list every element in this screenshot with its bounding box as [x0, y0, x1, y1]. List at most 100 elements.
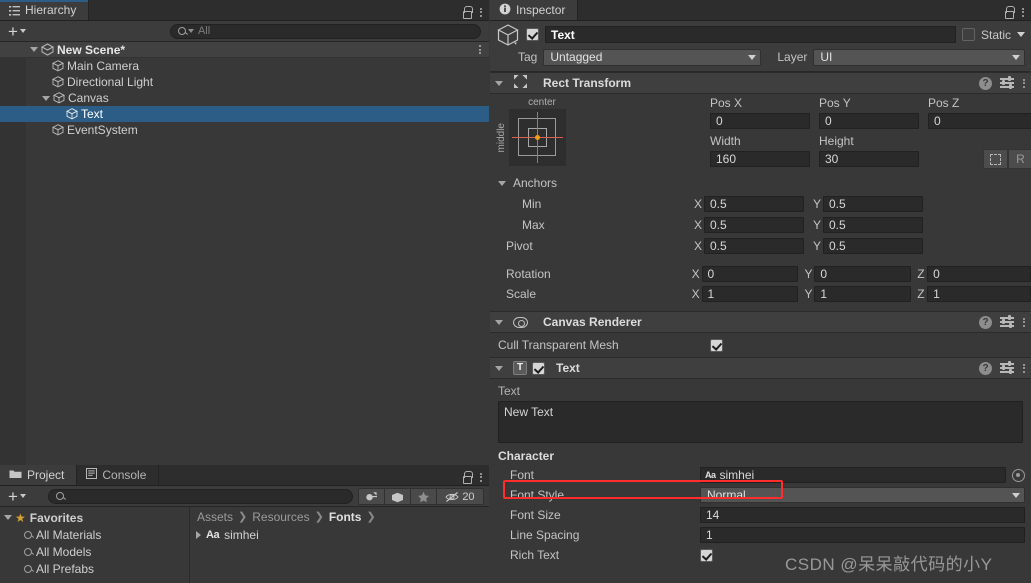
pivot-x-input[interactable]: 0.5	[704, 238, 804, 254]
favorites-item-all-models[interactable]: All Models	[0, 543, 189, 560]
hierarchy-row-scene[interactable]: New Scene*	[0, 42, 489, 58]
chevron-down-icon[interactable]	[498, 180, 506, 186]
hierarchy-add-button[interactable]: +	[4, 23, 30, 40]
scale-y-input[interactable]: 1	[814, 286, 912, 302]
cull-transparent-mesh-checkbox[interactable]	[710, 338, 723, 352]
line-spacing-input[interactable]: 1	[700, 527, 1025, 543]
layer-dropdown[interactable]: UI	[813, 48, 1025, 66]
save-search-icon[interactable]	[358, 488, 385, 504]
scale-z-input[interactable]: 1	[927, 286, 1031, 302]
project-search-input[interactable]	[47, 488, 353, 504]
label-icon[interactable]	[384, 488, 411, 504]
rotation-y-input[interactable]: 0	[814, 266, 912, 282]
font-object-picker-button[interactable]	[1012, 468, 1025, 482]
component-header-text[interactable]: T Text ?	[490, 357, 1031, 379]
height-input[interactable]: 30	[819, 151, 919, 167]
chevron-down-icon[interactable]	[495, 365, 503, 371]
hierarchy-row-text[interactable]: Text	[0, 106, 489, 122]
rotation-z-input[interactable]: 0	[927, 266, 1031, 282]
lock-icon[interactable]	[461, 6, 473, 19]
project-menu-icon[interactable]	[479, 471, 482, 483]
help-icon[interactable]: ?	[979, 315, 992, 329]
chevron-down-icon[interactable]	[4, 515, 12, 520]
static-dropdown-chevron-icon[interactable]	[1017, 32, 1025, 37]
tab-inspector-label: Inspector	[516, 3, 566, 17]
component-title: Canvas Renderer	[543, 315, 642, 329]
anchor-min-y-input[interactable]: 0.5	[823, 196, 923, 212]
hierarchy-search-input[interactable]: All	[169, 23, 481, 39]
text-component-enabled-checkbox[interactable]	[532, 361, 545, 375]
tag-dropdown[interactable]: Untagged	[543, 48, 762, 66]
preset-icon[interactable]	[1000, 315, 1014, 328]
static-checkbox[interactable]	[961, 28, 975, 41]
anchors-foldout[interactable]: Anchors	[498, 176, 557, 190]
anchor-preset-block[interactable]: center middle	[496, 97, 576, 166]
rotation-x-input[interactable]: 0	[701, 266, 799, 282]
scale-x-input[interactable]: 1	[701, 286, 799, 302]
scene-menu-icon[interactable]	[478, 44, 481, 56]
component-header-rect-transform[interactable]: Rect Transform ?	[490, 72, 1031, 94]
tab-hierarchy[interactable]: Hierarchy	[0, 0, 90, 20]
pos-z-input[interactable]: 0	[928, 113, 1031, 129]
lock-icon[interactable]	[1003, 6, 1015, 19]
gameobject-enabled-checkbox[interactable]	[526, 28, 539, 41]
font-object-field[interactable]: Aa simhei	[700, 467, 1006, 483]
help-icon[interactable]: ?	[979, 76, 992, 90]
text-content-textarea[interactable]: New Text	[498, 401, 1023, 443]
blueprint-mode-button[interactable]	[983, 149, 1008, 169]
chevron-down-icon[interactable]	[30, 47, 38, 52]
anchor-preset-widget[interactable]	[509, 109, 566, 166]
preset-icon[interactable]	[1000, 76, 1014, 89]
anchor-min-x-input[interactable]: 0.5	[704, 196, 804, 212]
chevron-down-icon[interactable]	[495, 319, 503, 325]
hierarchy-row-directional-light[interactable]: Directional Light	[0, 74, 489, 90]
tab-console[interactable]: Console	[77, 465, 160, 485]
hierarchy-row-main-camera[interactable]: Main Camera	[0, 58, 489, 74]
rotation-z-axis-label: Z	[917, 267, 925, 281]
chevron-down-icon[interactable]	[495, 80, 503, 86]
preset-icon[interactable]	[1000, 361, 1014, 374]
favorites-item-all-materials[interactable]: All Materials	[0, 526, 189, 543]
project-toolbar: + 20	[0, 486, 489, 507]
gameobject-name-input[interactable]: Text	[545, 26, 956, 43]
search-icon	[55, 492, 64, 500]
favorites-item-all-prefabs[interactable]: All Prefabs	[0, 560, 189, 577]
raw-mode-button[interactable]: R	[1008, 149, 1031, 169]
tab-project[interactable]: Project	[0, 465, 78, 485]
breadcrumb-item-resources[interactable]: Resources	[252, 510, 309, 524]
search-filter-chevron-icon[interactable]	[187, 29, 194, 33]
chevron-down-icon[interactable]	[42, 95, 50, 101]
pos-y-value: 0	[825, 114, 832, 128]
pivot-y-input[interactable]: 0.5	[823, 238, 923, 254]
favorites-root-row[interactable]: ★ Favorites	[0, 509, 189, 526]
asset-row-simhei[interactable]: Aa simhei	[190, 526, 489, 544]
component-header-canvas-renderer[interactable]: Canvas Renderer ?	[490, 311, 1031, 333]
anchor-max-y-input[interactable]: 0.5	[823, 217, 923, 233]
hierarchy-menu-icon[interactable]	[479, 6, 482, 18]
hierarchy-row-eventsystem[interactable]: EventSystem	[0, 122, 489, 138]
hierarchy-row-canvas[interactable]: Canvas	[0, 90, 489, 106]
component-menu-icon[interactable]	[1022, 77, 1025, 89]
anchor-max-x-input[interactable]: 0.5	[704, 217, 804, 233]
font-style-dropdown[interactable]: Normal	[700, 487, 1025, 503]
chevron-right-icon[interactable]	[196, 531, 201, 539]
pos-y-input[interactable]: 0	[819, 113, 919, 129]
scale-x-axis-label: X	[691, 287, 700, 301]
help-icon[interactable]: ?	[979, 361, 992, 375]
component-menu-icon[interactable]	[1022, 362, 1025, 374]
pos-z-label: Pos Z	[928, 96, 960, 110]
hierarchy-panel: Hierarchy + All New Scene* Main Camera D…	[0, 0, 489, 465]
rich-text-checkbox[interactable]	[700, 548, 713, 562]
breadcrumb-item-assets[interactable]: Assets	[197, 510, 233, 524]
project-add-button[interactable]: +	[4, 488, 30, 505]
hidden-items-toggle[interactable]: 20	[436, 488, 483, 504]
width-input[interactable]: 160	[710, 151, 810, 167]
pos-x-input[interactable]: 0	[710, 113, 810, 129]
font-size-input[interactable]: 14	[700, 507, 1025, 523]
component-menu-icon[interactable]	[1022, 316, 1025, 328]
breadcrumb-item-fonts[interactable]: Fonts	[329, 510, 362, 524]
inspector-menu-icon[interactable]	[1021, 6, 1024, 18]
lock-icon[interactable]	[461, 471, 473, 484]
favorite-star-icon[interactable]	[410, 488, 437, 504]
tab-inspector[interactable]: Inspector	[490, 0, 579, 20]
